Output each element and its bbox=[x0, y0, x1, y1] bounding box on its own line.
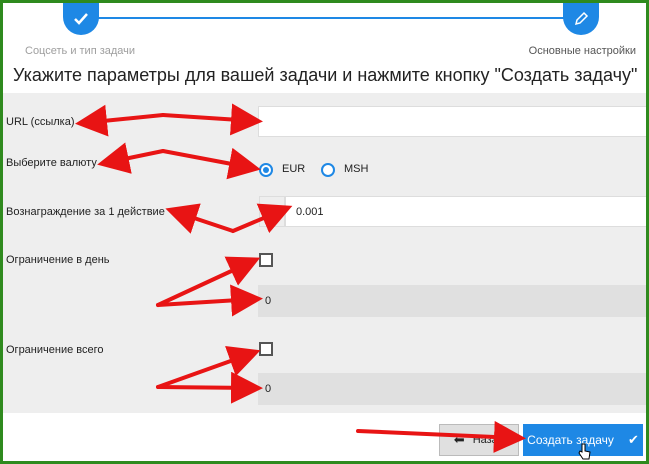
currency-option-msh[interactable]: MSH bbox=[344, 163, 368, 175]
currency-option-eur[interactable]: EUR bbox=[282, 163, 305, 175]
arrow-left-icon: ⬅ bbox=[453, 432, 465, 447]
form-panel bbox=[3, 93, 646, 413]
url-label: URL (ссылка) bbox=[6, 116, 75, 128]
daily-limit-input[interactable]: 0 bbox=[258, 285, 646, 317]
step1-label: Соцсеть и тип задачи bbox=[25, 45, 136, 57]
back-button-label: Назад bbox=[472, 434, 505, 446]
daily-limit-label: Ограничение в день bbox=[6, 254, 110, 266]
url-input[interactable] bbox=[258, 106, 646, 137]
currency-radio-msh[interactable] bbox=[321, 163, 335, 177]
total-limit-checkbox[interactable] bbox=[259, 342, 273, 356]
reward-label: Вознаграждение за 1 действие bbox=[6, 206, 165, 218]
check-icon: ✔ bbox=[627, 432, 639, 447]
daily-limit-checkbox[interactable] bbox=[259, 253, 273, 267]
reward-input[interactable]: 0.001 bbox=[285, 196, 646, 227]
page-title: Укажите параметры для вашей задачи и наж… bbox=[13, 65, 638, 85]
stepper-line bbox=[97, 17, 567, 19]
step1-check-icon[interactable] bbox=[63, 3, 99, 35]
step2-label: Основные настройки bbox=[528, 45, 636, 57]
create-task-button-label: Создать задачу bbox=[527, 433, 614, 447]
total-limit-label: Ограничение всего bbox=[6, 344, 104, 356]
currency-label: Выберите валюту bbox=[6, 157, 97, 169]
back-button[interactable]: ⬅ Назад bbox=[439, 424, 519, 456]
currency-radio-eur[interactable] bbox=[259, 163, 273, 177]
euro-prefix: € bbox=[259, 196, 285, 227]
step2-pencil-icon[interactable] bbox=[563, 3, 599, 35]
total-limit-input[interactable]: 0 bbox=[258, 373, 646, 405]
hand-cursor-icon bbox=[578, 443, 591, 460]
screenshot-frame: Соцсеть и тип задачи Основные настройки … bbox=[0, 0, 649, 464]
